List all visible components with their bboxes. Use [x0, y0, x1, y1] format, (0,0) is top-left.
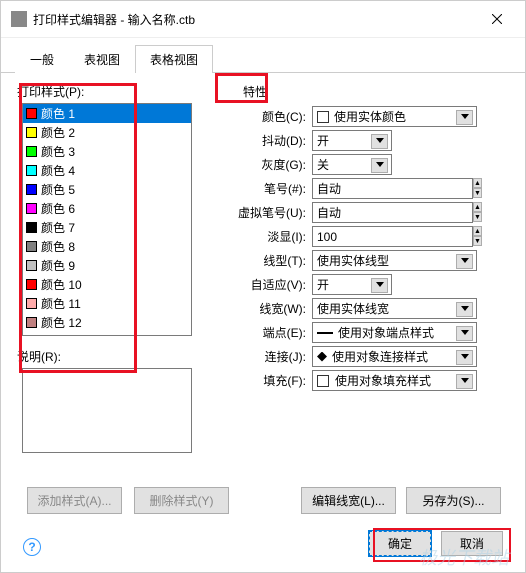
vpen-input[interactable] — [312, 202, 473, 223]
list-item[interactable]: 颜色 8 — [23, 237, 191, 256]
edit-lineweight-button[interactable]: 编辑线宽(L)... — [301, 487, 396, 514]
app-icon — [11, 11, 27, 27]
tab-general[interactable]: 一般 — [15, 45, 69, 73]
color-swatch-icon — [26, 260, 37, 271]
adapt-label: 自适应(V): — [227, 276, 312, 293]
list-item[interactable]: 颜色 13 — [23, 332, 191, 336]
list-item-label: 颜色 11 — [41, 295, 81, 312]
list-item[interactable]: 颜色 11 — [23, 294, 191, 313]
list-item-label: 颜色 10 — [41, 276, 82, 293]
list-item-label: 颜色 2 — [41, 124, 75, 141]
ltype-label: 线型(T): — [227, 252, 312, 269]
color-swatch-icon — [26, 184, 37, 195]
save-as-button[interactable]: 另存为(S)... — [406, 487, 501, 514]
color-swatch-icon — [26, 279, 37, 290]
color-swatch-icon — [26, 203, 37, 214]
gray-label: 灰度(G): — [227, 156, 312, 173]
endcap-combo[interactable]: 使用对象端点样式 — [312, 322, 477, 343]
tab-formview[interactable]: 表视图 — [69, 45, 135, 73]
list-item[interactable]: 颜色 3 — [23, 142, 191, 161]
vpen-label: 虚拟笔号(U): — [227, 204, 312, 221]
delete-style-button[interactable]: 删除样式(Y) — [134, 487, 229, 514]
vpen-down[interactable]: ▼ — [473, 212, 482, 222]
list-item-label: 颜色 9 — [41, 257, 75, 274]
fade-down[interactable]: ▼ — [473, 236, 482, 246]
list-item-label: 颜色 7 — [41, 219, 75, 236]
join-label: 连接(J): — [227, 348, 312, 365]
properties-title: 特性 — [243, 83, 509, 100]
fill-label: 填充(F): — [227, 372, 312, 389]
color-swatch-icon — [26, 165, 37, 176]
list-item[interactable]: 颜色 12 — [23, 313, 191, 332]
dither-label: 抖动(D): — [227, 132, 312, 149]
fill-combo[interactable]: 使用对象填充样式 — [312, 370, 477, 391]
list-item[interactable]: 颜色 5 — [23, 180, 191, 199]
list-item-label: 颜色 3 — [41, 143, 75, 160]
list-item-label: 颜色 6 — [41, 200, 75, 217]
adapt-combo[interactable]: 开 — [312, 274, 392, 295]
list-item-label: 颜色 5 — [41, 181, 75, 198]
color-swatch-icon — [26, 222, 37, 233]
ltype-combo[interactable]: 使用实体线型 — [312, 250, 477, 271]
description-textarea[interactable] — [22, 368, 192, 453]
list-item-label: 颜色 8 — [41, 238, 75, 255]
tabs: 一般 表视图 表格视图 — [1, 44, 525, 73]
list-item[interactable]: 颜色 4 — [23, 161, 191, 180]
list-item[interactable]: 颜色 7 — [23, 218, 191, 237]
lweight-label: 线宽(W): — [227, 300, 312, 317]
list-item[interactable]: 颜色 9 — [23, 256, 191, 275]
pen-label: 笔号(#): — [227, 180, 312, 197]
fade-input[interactable] — [312, 226, 473, 247]
pen-up[interactable]: ▲ — [473, 178, 482, 188]
pen-down[interactable]: ▼ — [473, 188, 482, 198]
join-combo[interactable]: 使用对象连接样式 — [312, 346, 477, 367]
help-icon[interactable]: ? — [23, 538, 41, 556]
gray-combo[interactable]: 关 — [312, 154, 392, 175]
lweight-combo[interactable]: 使用实体线宽 — [312, 298, 477, 319]
window-title: 打印样式编辑器 - 输入名称.ctb — [33, 11, 195, 28]
add-style-button[interactable]: 添加样式(A)... — [27, 487, 122, 514]
ok-button[interactable]: 确定 — [369, 531, 431, 556]
color-combo[interactable]: 使用实体颜色 — [312, 106, 477, 127]
color-swatch-icon — [26, 241, 37, 252]
list-item[interactable]: 颜色 2 — [23, 123, 191, 142]
fade-up[interactable]: ▲ — [473, 226, 482, 236]
description-label: 说明(R): — [17, 348, 197, 365]
fade-label: 淡显(I): — [227, 228, 312, 245]
color-swatch-icon — [26, 317, 37, 328]
cancel-button[interactable]: 取消 — [441, 531, 503, 556]
endcap-label: 端点(E): — [227, 324, 312, 341]
list-item-label: 颜色 12 — [41, 314, 82, 331]
list-item-label: 颜色 4 — [41, 162, 75, 179]
pen-input[interactable] — [312, 178, 473, 199]
list-item[interactable]: 颜色 10 — [23, 275, 191, 294]
color-label: 颜色(C): — [227, 108, 312, 125]
dither-combo[interactable]: 开 — [312, 130, 392, 151]
list-item-label: 颜色 13 — [41, 333, 82, 336]
color-swatch-icon — [26, 108, 37, 119]
print-styles-label: 打印样式(P): — [17, 83, 197, 100]
vpen-up[interactable]: ▲ — [473, 202, 482, 212]
list-item[interactable]: 颜色 1 — [23, 104, 191, 123]
list-item-label: 颜色 1 — [41, 105, 75, 122]
tab-tableview[interactable]: 表格视图 — [135, 45, 213, 73]
list-item[interactable]: 颜色 6 — [23, 199, 191, 218]
color-swatch-icon — [26, 298, 37, 309]
color-swatch-icon — [26, 146, 37, 157]
color-swatch-icon — [26, 127, 37, 138]
close-button[interactable] — [479, 7, 515, 31]
print-styles-listbox[interactable]: 颜色 1 颜色 2 颜色 3 颜色 4 颜色 5 颜色 6 颜色 7 颜色 8 颜色 9 颜色 1… — [22, 103, 192, 336]
